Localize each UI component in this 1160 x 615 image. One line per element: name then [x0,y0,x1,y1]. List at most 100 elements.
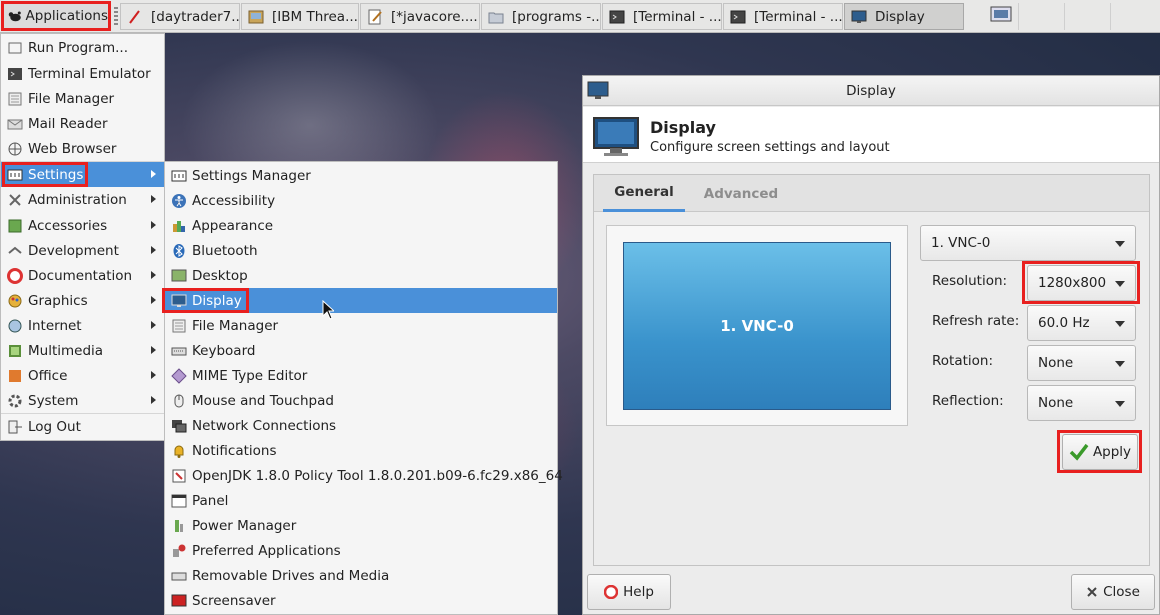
task-button-display[interactable]: Display [844,3,964,30]
submenu-arrow-icon [151,321,156,329]
menu-item-label: Screensaver [192,592,276,609]
task-label: Display [875,8,925,25]
menu-item-multimedia[interactable]: Multimedia [1,338,164,363]
close-button[interactable]: Close [1071,574,1155,610]
submenu-arrow-icon [151,371,156,379]
header-subtitle: Configure screen settings and layout [650,140,890,155]
applications-label: Applications [25,8,108,24]
chevron-down-icon [1115,401,1125,407]
menu-item-accessibility[interactable]: Accessibility [165,188,557,213]
logout-icon [8,420,22,434]
menu-item-network-connections[interactable]: Network Connections [165,413,557,438]
menu-item-internet[interactable]: Internet [1,313,164,338]
chevron-down-icon [1115,241,1125,247]
monitor-vnc-0[interactable]: 1. VNC-0 [623,242,891,410]
menu-item-administration[interactable]: Administration [1,187,164,212]
task-label: [daytrader7... [151,8,240,25]
menu-item-label: Appearance [192,217,274,234]
menu-item-log-out[interactable]: Log Out [1,414,164,439]
display-select[interactable]: 1. VNC-0 [920,225,1136,261]
submenu-arrow-icon [151,246,156,254]
menu-item-power-manager[interactable]: Power Manager [165,513,557,538]
menu-item-label: MIME Type Editor [192,367,308,384]
menu-item-accessories[interactable]: Accessories [1,213,164,238]
menu-item-graphics[interactable]: Graphics [1,288,164,313]
dialog-title: Display [846,82,896,99]
reflection-value: None [1038,395,1074,411]
menu-item-settings[interactable]: Settings [1,162,164,187]
menu-item-mail-reader[interactable]: Mail Reader [1,111,164,136]
annotation-highlight [1057,430,1142,473]
rotation-select[interactable]: None [1027,345,1136,381]
bluetooth-icon [173,244,185,258]
menu-item-appearance[interactable]: Appearance [165,213,557,238]
settings-icon [7,169,23,181]
menu-item-label: Accessibility [192,192,276,209]
menu-item-web-browser[interactable]: Web Browser [1,136,164,161]
menu-item-label: Graphics [28,292,88,309]
menu-item-openjdk-policy-tool[interactable]: OpenJDK 1.8.0 Policy Tool 1.8.0.201.b09-… [165,463,563,488]
drive-icon [171,572,187,581]
menu-item-terminal-emulator[interactable]: Terminal Emulator [1,61,164,86]
menu-item-settings-manager[interactable]: Settings Manager [165,163,557,188]
submenu-arrow-icon [151,346,156,354]
workspace-switcher-icon[interactable] [990,5,1012,25]
network-icon [172,420,187,433]
reflection-label: Reflection: [932,393,1004,409]
accessibility-icon [172,194,186,208]
appearance-icon [173,221,185,232]
menu-item-notifications[interactable]: Notifications [165,438,557,463]
menu-item-label: Mouse and Touchpad [192,392,334,409]
menu-item-preferred-applications[interactable]: Preferred Applications [165,538,557,563]
task-button-javacore[interactable]: [*javacore.... [360,3,480,30]
chevron-down-icon [1115,361,1125,367]
task-button-terminal-1[interactable]: [Terminal - ... [602,3,722,30]
menu-item-file-manager[interactable]: File Manager [1,86,164,111]
submenu-arrow-icon [151,170,156,178]
menu-item-screensaver[interactable]: Screensaver [165,588,557,613]
menu-item-keyboard[interactable]: Keyboard [165,338,557,363]
menu-item-label: Mail Reader [28,115,108,132]
task-button-ibm-thread[interactable]: [IBM Threa... [241,3,359,30]
menu-item-label: Preferred Applications [192,542,341,559]
help-label: Help [623,584,654,600]
menu-item-bluetooth[interactable]: Bluetooth [165,238,557,263]
menu-item-mouse-and-touchpad[interactable]: Mouse and Touchpad [165,388,557,413]
menu-item-desktop[interactable]: Desktop [165,263,557,288]
menu-item-label: Web Browser [28,140,117,157]
menu-item-label: Network Connections [192,417,337,434]
terminal-icon [609,10,625,23]
task-button-terminal-2[interactable]: [Terminal - ... [723,3,843,30]
refresh-rate-select[interactable]: 60.0 Hz [1027,305,1136,341]
task-button-programs[interactable]: [programs -... [481,3,601,30]
panel-drag-handle[interactable] [114,7,118,25]
task-label: [programs -... [512,8,601,25]
menu-item-documentation[interactable]: Documentation [1,263,164,288]
tab-advanced[interactable]: Advanced [696,175,786,212]
menu-item-system[interactable]: System [1,388,164,413]
settings-notebook: General Advanced 1. VNC-0 1. VNC-0 Resol… [593,174,1150,566]
dialog-titlebar[interactable]: Display [583,76,1159,106]
menu-item-removable-drives[interactable]: Removable Drives and Media [165,563,557,588]
menu-item-display[interactable]: Display [162,288,557,313]
menu-item-label: Documentation [28,267,133,284]
reflection-select[interactable]: None [1027,385,1136,421]
menu-item-label: Office [28,367,68,384]
taskbar: [daytrader7... [IBM Threa... [*javacore.… [120,3,965,30]
task-label: [Terminal - ... [754,8,843,25]
menu-item-panel[interactable]: Panel [165,488,557,513]
menu-item-office[interactable]: Office [1,363,164,388]
menu-item-file-manager-settings[interactable]: File Manager [165,313,557,338]
applications-menu-button[interactable]: Applications [1,1,111,31]
menu-item-mime-type-editor[interactable]: MIME Type Editor [165,363,557,388]
tab-general[interactable]: General [603,175,685,212]
file-manager-icon [8,92,22,106]
menu-item-development[interactable]: Development [1,238,164,263]
preferred-apps-icon [173,544,186,557]
header-title: Display [650,118,716,137]
help-button[interactable]: Help [587,574,671,610]
menu-item-run-program[interactable]: Run Program... [1,35,164,60]
task-button-daytrader[interactable]: [daytrader7... [120,3,240,30]
task-label: [Terminal - ... [633,8,722,25]
refresh-rate-value: 60.0 Hz [1038,315,1090,331]
